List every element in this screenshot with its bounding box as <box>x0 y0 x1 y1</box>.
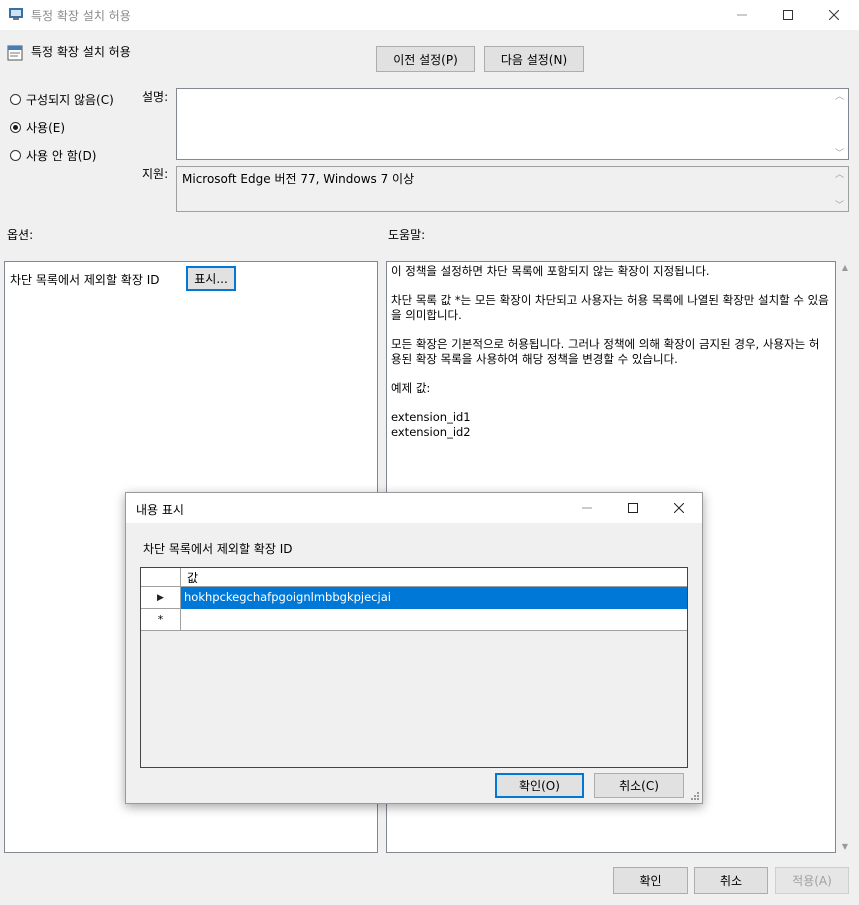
dialog-title-bar: 내용 표시 <box>126 493 702 523</box>
title-bar: 특정 확장 설치 허용 <box>0 0 859 30</box>
help-example: extension_id1 <box>391 410 471 424</box>
scroll-up-icon[interactable]: ︿ <box>835 167 844 180</box>
maximize-icon <box>783 10 793 20</box>
scroll-down-icon[interactable]: ▼ <box>842 842 848 851</box>
radio-not-configured[interactable]: 구성되지 않음(C) <box>10 91 114 108</box>
dialog-close-button[interactable] <box>656 493 702 523</box>
close-icon <box>674 503 684 513</box>
values-grid[interactable]: 값 ▶ hokhpckegchafpgoignlmbbgkpjecjai * <box>140 567 688 768</box>
options-list-label: 차단 목록에서 제외할 확장 ID <box>10 273 160 287</box>
supported-scrollbar[interactable]: ︿ ﹀ <box>831 167 848 211</box>
show-contents-dialog: 내용 표시 차단 목록에서 제외할 확장 ID 값 ▶ hokhpckegcha… <box>125 492 703 804</box>
show-button[interactable]: 표시... <box>186 266 236 291</box>
radio-circle-selected <box>10 122 21 133</box>
radio-label: 사용 안 함(D) <box>26 149 97 163</box>
next-setting-button[interactable]: 다음 설정(N) <box>484 46 584 72</box>
dialog-maximize-button[interactable] <box>610 493 656 523</box>
window-title: 특정 확장 설치 허용 <box>31 9 131 23</box>
dialog-title: 내용 표시 <box>136 503 184 517</box>
resize-grip-icon[interactable] <box>690 791 700 801</box>
supported-label: 지원: <box>142 167 169 181</box>
new-value-cell[interactable] <box>181 609 687 631</box>
radio-enabled[interactable]: 사용(E) <box>10 119 65 136</box>
dialog-ok-button[interactable]: 확인(O) <box>495 773 584 798</box>
maximize-icon <box>628 503 638 513</box>
policy-setting-icon <box>7 45 23 61</box>
scroll-down-icon[interactable]: ﹀ <box>835 198 844 211</box>
row-header-corner <box>141 568 181 587</box>
radio-disabled[interactable]: 사용 안 함(D) <box>10 147 96 164</box>
ok-button[interactable]: 확인 <box>613 867 688 894</box>
maximize-button[interactable] <box>765 0 811 30</box>
help-example: extension_id2 <box>391 425 471 439</box>
close-icon <box>829 10 839 20</box>
options-label: 옵션: <box>7 228 34 242</box>
help-paragraph: 예제 값: <box>391 381 431 395</box>
row-marker: ▶ <box>141 587 181 609</box>
radio-label: 구성되지 않음(C) <box>26 93 114 107</box>
scroll-down-icon[interactable]: ﹀ <box>835 146 844 159</box>
help-label: 도움말: <box>388 228 426 242</box>
minimize-icon <box>582 507 592 509</box>
group-policy-icon <box>9 8 23 20</box>
dialog-cancel-button[interactable]: 취소(C) <box>594 773 684 798</box>
help-paragraph: 이 정책을 설정하면 차단 목록에 포함되지 않는 확장이 지정됩니다. <box>391 264 710 278</box>
policy-title: 특정 확장 설치 허용 <box>31 45 131 59</box>
help-paragraph: 차단 목록 값 *는 모든 확장이 차단되고 사용자는 허용 목록에 나열된 확… <box>391 293 829 322</box>
radio-circle <box>10 94 21 105</box>
dialog-minimize-button[interactable] <box>564 493 610 523</box>
cancel-button[interactable]: 취소 <box>694 867 768 894</box>
help-paragraph: 모든 확장은 기본적으로 허용됩니다. 그러나 정책에 의해 확장이 금지된 경… <box>391 337 820 366</box>
radio-circle <box>10 150 21 161</box>
scroll-up-icon[interactable]: ▲ <box>842 263 848 272</box>
column-header-value[interactable]: 값 <box>181 568 687 587</box>
supported-on-text: Microsoft Edge 버전 77, Windows 7 이상 <box>182 172 415 186</box>
new-row-marker: * <box>141 609 181 631</box>
minimize-button[interactable] <box>719 0 765 30</box>
supported-on-box: Microsoft Edge 버전 77, Windows 7 이상 ︿ ﹀ <box>176 166 849 212</box>
radio-label: 사용(E) <box>26 121 66 135</box>
scroll-up-icon[interactable]: ︿ <box>835 89 844 102</box>
help-scrollbar[interactable]: ▲ ▼ <box>838 263 852 851</box>
apply-button[interactable]: 적용(A) <box>775 867 849 894</box>
minimize-icon <box>737 14 747 16</box>
value-cell-selected[interactable]: hokhpckegchafpgoignlmbbgkpjecjai <box>181 587 687 609</box>
comment-label: 설명: <box>142 90 169 104</box>
comment-textarea[interactable]: ︿ ﹀ <box>176 88 849 160</box>
dialog-heading: 차단 목록에서 제외할 확장 ID <box>143 542 293 556</box>
previous-setting-button[interactable]: 이전 설정(P) <box>376 46 475 72</box>
comment-scrollbar[interactable]: ︿ ﹀ <box>831 89 848 159</box>
close-button[interactable] <box>811 0 857 30</box>
